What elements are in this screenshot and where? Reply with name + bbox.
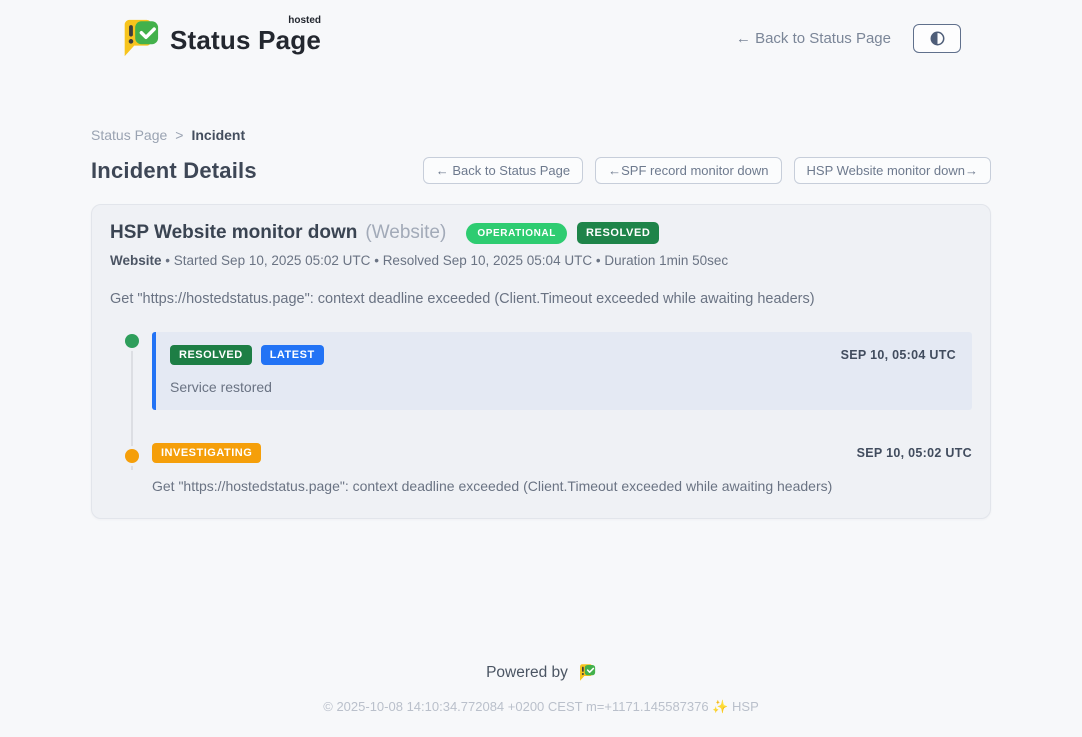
timeline-message: Get "https://hostedstatus.page": context…	[152, 478, 972, 494]
meta-component: Website	[110, 253, 162, 268]
next-incident-button[interactable]: HSP Website monitor down→	[794, 157, 991, 184]
header: Status Page hosted ← Back to Status Page	[0, 0, 1082, 76]
meta-duration: Duration 1min 50sec	[604, 253, 728, 268]
status-page-logo-icon	[118, 17, 160, 59]
contrast-icon	[929, 30, 946, 47]
timeline-timestamp: SEP 10, 05:04 UTC	[841, 348, 956, 362]
prev-incident-button[interactable]: ←SPF record monitor down	[595, 157, 781, 184]
timeline-entry-investigating: INVESTIGATING SEP 10, 05:02 UTC Get "htt…	[125, 443, 972, 494]
status-page-app: Status Page hosted ← Back to Status Page…	[0, 0, 1082, 737]
meta-resolved: Resolved Sep 10, 2025 05:04 UTC	[383, 253, 592, 268]
investigating-badge: INVESTIGATING	[152, 443, 261, 463]
copyright-text: © 2025-10-08 14:10:34.772084 +0200 CEST …	[0, 699, 1082, 715]
meta-separator: •	[596, 253, 601, 268]
header-back-to-status-page-link[interactable]: ← Back to Status Page	[736, 30, 891, 47]
theme-toggle-button[interactable]	[913, 24, 961, 53]
timeline-dot-investigating	[125, 449, 139, 463]
resolved-status-badge: RESOLVED	[577, 222, 660, 244]
brand-name: Status Page	[170, 25, 321, 55]
incident-description: Get "https://hostedstatus.page": context…	[110, 291, 972, 307]
incident-meta: Website • Started Sep 10, 2025 05:02 UTC…	[110, 253, 972, 268]
timeline-entry-box: INVESTIGATING SEP 10, 05:02 UTC Get "htt…	[152, 443, 972, 494]
incident-nav-buttons: ← Back to Status Page ←SPF record monito…	[423, 157, 991, 184]
breadcrumb-incident: Incident	[191, 127, 245, 143]
footer: Powered by © 2025-10-08 14:10:34.772084 …	[0, 663, 1082, 715]
timeline-entry-resolved: RESOLVED LATEST SEP 10, 05:04 UTC Servic…	[125, 332, 972, 410]
incident-timeline: RESOLVED LATEST SEP 10, 05:04 UTC Servic…	[110, 332, 972, 494]
operational-status-badge: OPERATIONAL	[466, 223, 567, 244]
latest-badge: LATEST	[261, 345, 324, 365]
incident-component: (Website)	[365, 222, 446, 244]
timeline-dot-resolved	[125, 334, 139, 348]
page-title: Incident Details	[91, 158, 257, 184]
timeline-entry-box: RESOLVED LATEST SEP 10, 05:04 UTC Servic…	[152, 332, 972, 410]
meta-started: Started Sep 10, 2025 05:02 UTC	[174, 253, 371, 268]
incident-card: HSP Website monitor down (Website) OPERA…	[91, 204, 991, 519]
status-page-logo-icon-small[interactable]	[577, 663, 596, 682]
brand-logo[interactable]: Status Page hosted	[91, 17, 321, 59]
back-to-status-page-button[interactable]: ← Back to Status Page	[423, 157, 583, 184]
incident-title: HSP Website monitor down	[110, 222, 357, 244]
resolved-badge: RESOLVED	[170, 345, 252, 365]
powered-by-label: Powered by	[486, 664, 568, 682]
breadcrumb: Status Page > Incident	[91, 127, 991, 143]
brand-superscript: hosted	[288, 15, 321, 26]
timeline-message: Service restored	[170, 379, 956, 395]
breadcrumb-separator: >	[175, 127, 183, 143]
timeline-timestamp: SEP 10, 05:02 UTC	[857, 446, 972, 460]
breadcrumb-status-page[interactable]: Status Page	[91, 127, 167, 143]
